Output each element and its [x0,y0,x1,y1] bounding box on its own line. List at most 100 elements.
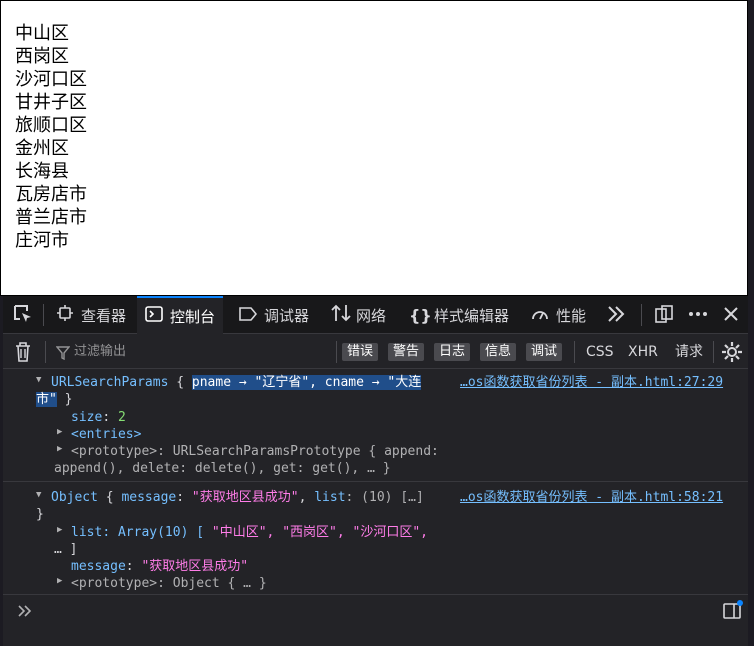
entries-label: <entries> [71,427,142,442]
toolbar-divider [713,341,714,363]
property-value: "获取地区县成功" [141,559,249,574]
prototype-label: <prototype> [71,576,158,591]
collapse-triangle-icon[interactable]: ▶ [57,525,62,535]
message-header-close: } [36,507,44,522]
console-filter-input[interactable]: 过滤输出 [74,341,344,363]
tab-label: 控制台 [170,307,216,326]
property-size: size: 2 [71,410,126,425]
district-list: 中山区 西岗区 沙河口区 甘井子区 旅顺口区 金州区 长海县 瓦房店市 普兰店市… [15,22,87,252]
prototype-value-wrap: append(), delete: delete(), get: get(), … [54,461,391,476]
settings-gear-icon[interactable] [721,341,745,365]
message-header[interactable]: Object { message: "获取地区县成功", list: (10) … [51,489,424,506]
property-value: : (10) […] [345,490,424,505]
property-key: message [121,490,177,505]
close-icon[interactable] [722,305,746,329]
object-type: Object [51,490,98,505]
toolbar-divider [336,341,337,363]
tab-console[interactable]: 控制台 [137,296,224,334]
filter-debug-button[interactable]: 调试 [526,343,563,361]
object-type: URLSearchParams [51,375,169,390]
collapse-triangle-icon[interactable]: ▶ [57,444,62,454]
prototype-value: : URLSearchParamsPrototype { append: [157,444,439,459]
sidebar-toggle-icon[interactable] [722,600,746,624]
property-message: message: "获取地区县成功" [71,559,249,574]
toolbar-divider [574,341,575,363]
filter-requests-button[interactable]: 请求 [675,343,703,361]
district-item: 长海县 [15,161,69,182]
property-key: size [71,410,103,425]
toolbar-divider [43,304,44,326]
brace: { [97,490,122,505]
district-item: 甘井子区 [15,92,87,113]
more-tabs-icon[interactable] [606,304,630,328]
property-key: list [71,525,103,540]
more-options-icon[interactable] [687,304,711,328]
console-message: ▼ URLSearchParams { pname → "辽宁省", cname… [3,369,748,482]
tab-debugger[interactable]: 调试器 [231,296,317,334]
property-key: list [314,490,346,505]
district-item: 旅顺口区 [15,115,87,136]
tab-network[interactable]: 网络 [323,296,394,334]
filter-errors-button[interactable]: 错误 [342,343,379,361]
tab-label: 调试器 [264,306,310,325]
element-picker-icon[interactable] [12,303,36,327]
console-output: ▼ URLSearchParams { pname → "辽宁省", cname… [3,369,748,595]
console-input[interactable] [3,596,748,646]
toolbar-divider [641,304,642,326]
dock-side-icon[interactable] [654,304,678,328]
message-header-wrap: 市" } [36,391,72,408]
console-icon [145,306,163,326]
tab-style-editor[interactable]: {} 样式编辑器 [401,296,517,334]
console-message: ▼ Object { message: "获取地区县成功", list: (10… [3,482,748,595]
district-item: 沙河口区 [15,69,87,90]
trash-icon[interactable] [13,341,37,365]
tab-label: 查看器 [81,306,127,325]
district-item: 金州区 [15,138,69,159]
prototype-value: : Object { … } [157,576,267,591]
tab-label: 网络 [356,306,387,325]
console-filter-bar: 过滤输出 错误 警告 日志 信息 调试 CSS XHR 请求 [3,335,748,369]
selected-text: pname → "辽宁省", cname → "大连 [191,375,422,390]
debugger-icon [239,306,258,325]
expand-triangle-icon[interactable]: ▼ [36,375,41,385]
collapse-triangle-icon[interactable]: ▶ [57,576,62,586]
source-link[interactable]: …os函数获取省份列表 - 副本.html:58:21 [460,489,723,506]
brace: { [168,375,192,390]
filter-warnings-button[interactable]: 警告 [388,343,425,361]
property-value: 2 [117,410,126,425]
district-item: 庄河市 [15,230,69,251]
prompt-chevron-icon [17,602,41,626]
filter-xhr-button[interactable]: XHR [628,343,658,361]
prototype-node[interactable]: <prototype>: URLSearchParamsPrototype { … [71,443,439,460]
devtools-panel: 查看器 控制台 调试器 网络 {} 样式编辑器 性能 过滤输出 错误 警告 日志… [3,296,748,646]
district-item: 瓦房店市 [15,184,87,205]
district-item: 西岗区 [15,46,69,67]
expand-triangle-icon[interactable]: ▼ [36,490,41,500]
page-viewport: 中山区 西岗区 沙河口区 甘井子区 旅顺口区 金州区 长海县 瓦房店市 普兰店市… [0,0,748,296]
prototype-node[interactable]: <prototype>: Object { … } [71,575,267,592]
inspector-icon [56,305,74,325]
brace: } [56,392,73,407]
filter-logs-button[interactable]: 日志 [434,343,471,361]
toolbar-divider [45,341,46,363]
tab-performance[interactable]: 性能 [523,296,594,334]
collapse-triangle-icon[interactable]: ▶ [57,427,62,437]
array-prefix: : Array(10) [ [102,525,212,540]
property-list[interactable]: list: Array(10) [ "中山区", "西岗区", "沙河口区", [71,524,428,541]
prototype-label: <prototype> [71,444,158,459]
filter-info-button[interactable]: 信息 [480,343,517,361]
network-icon [331,304,351,326]
message-header[interactable]: URLSearchParams { pname → "辽宁省", cname →… [51,374,422,391]
source-link[interactable]: …os函数获取省份列表 - 副本.html:27:29 [460,374,723,391]
tab-label: 样式编辑器 [434,306,510,325]
tab-inspector[interactable]: 查看器 [48,296,134,334]
district-item: 中山区 [15,23,69,44]
district-item: 普兰店市 [15,207,87,228]
array-items: "中山区", "西岗区", "沙河口区", [211,525,428,540]
entries-node[interactable]: <entries> [71,426,141,443]
filter-css-button[interactable]: CSS [586,343,614,361]
tab-label: 性能 [556,306,587,325]
performance-icon [531,305,549,325]
array-tail: … ] [54,542,78,557]
devtools-toolbar: 查看器 控制台 调试器 网络 {} 样式编辑器 性能 [3,296,748,334]
